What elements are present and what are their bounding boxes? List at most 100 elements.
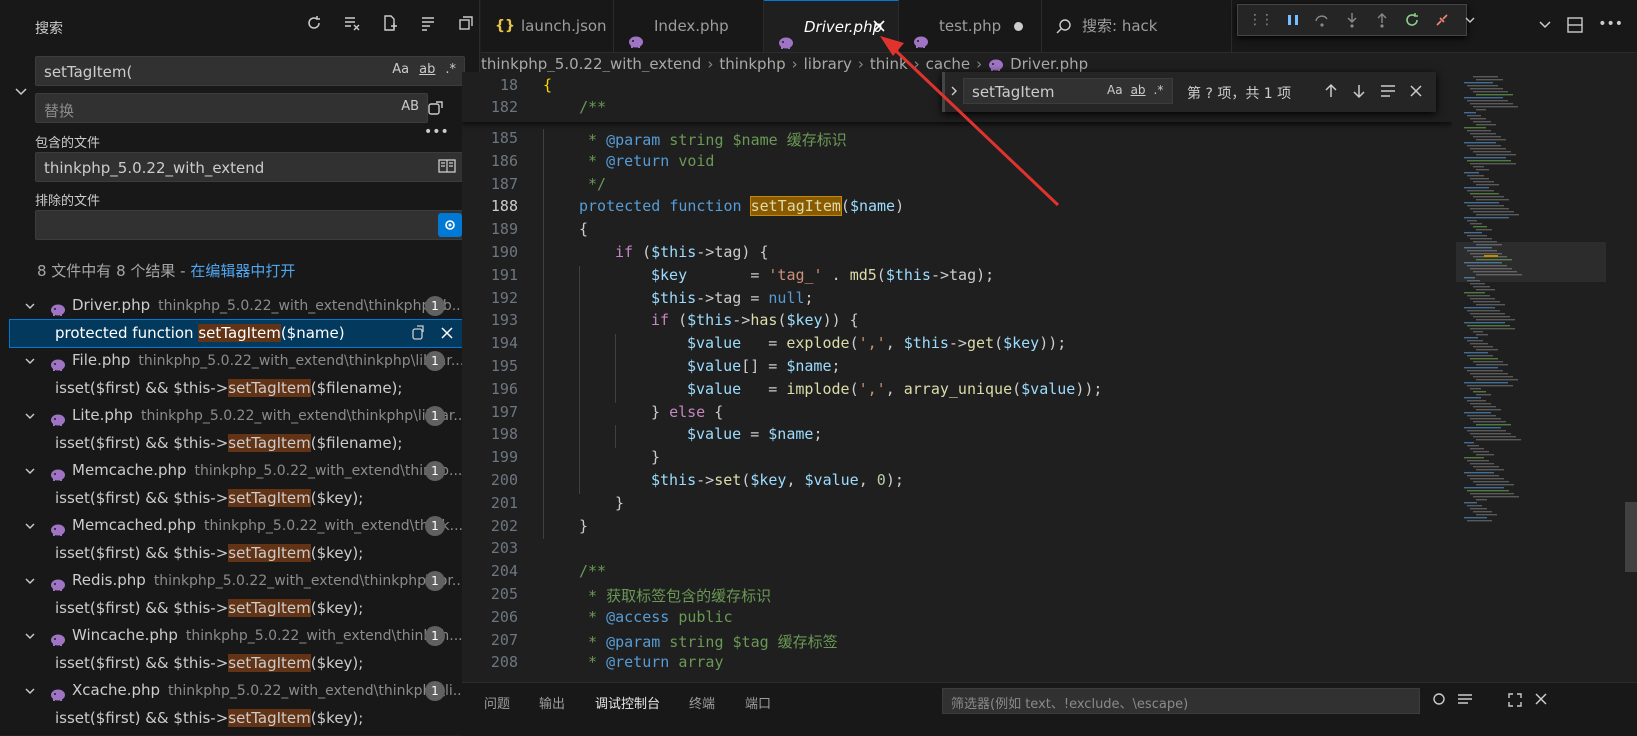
match-case-toggle[interactable]: Aa: [1107, 83, 1123, 97]
split-editor-icon[interactable]: [1566, 16, 1584, 34]
disconnect-icon[interactable]: [1434, 12, 1450, 28]
console-filter-input[interactable]: 筛选器(例如 text、!exclude、\escape): [942, 688, 1420, 714]
whole-word-toggle[interactable]: ab: [419, 62, 435, 77]
result-match-row[interactable]: isset($first) && $this->setTagItem($file…: [10, 430, 480, 458]
result-file-row[interactable]: Wincache.php thinkphp_5.0.22_with_extend\…: [10, 622, 480, 650]
chevron-down-icon[interactable]: [24, 630, 36, 642]
result-match-row[interactable]: protected function setTagItem($name): [9, 318, 481, 348]
chevron-down-icon[interactable]: [24, 685, 36, 697]
result-file-row[interactable]: Memcache.php thinkphp_5.0.22_with_extend\…: [10, 457, 480, 485]
clear-console-icon[interactable]: [1456, 692, 1474, 708]
restart-icon[interactable]: [1404, 12, 1420, 28]
chevron-down-icon[interactable]: [24, 355, 36, 367]
search-icon[interactable]: [1432, 692, 1448, 708]
indent-guide: [543, 129, 544, 540]
panel-tab-ports[interactable]: 端口: [745, 693, 771, 712]
new-search-editor-icon[interactable]: [381, 14, 399, 32]
chevron-down-icon[interactable]: [24, 520, 36, 532]
regex-toggle[interactable]: .*: [1154, 83, 1164, 97]
regex-toggle[interactable]: .*: [445, 62, 456, 77]
result-match-row[interactable]: isset($first) && $this->setTagItem($key)…: [10, 540, 480, 568]
clear-results-icon[interactable]: [343, 14, 361, 32]
result-match-row[interactable]: isset($first) && $this->setTagItem($key)…: [10, 650, 480, 678]
result-file-row[interactable]: Xcache.php thinkphp_5.0.22_with_extend\th…: [10, 677, 480, 705]
result-match-row[interactable]: isset($first) && $this->setTagItem($file…: [10, 375, 480, 403]
drag-handle-icon[interactable]: ⋮⋮: [1248, 12, 1274, 28]
search-open-editors-icon[interactable]: [438, 158, 456, 174]
maximize-panel-icon[interactable]: [1507, 692, 1523, 708]
step-over-icon[interactable]: [1314, 12, 1330, 28]
match-highlight: setTagItem: [228, 433, 311, 452]
include-files-input[interactable]: thinkphp_5.0.22_with_extend: [35, 152, 465, 182]
code-line: $value[] = $name;: [687, 357, 841, 375]
more-actions-icon[interactable]: •••: [1598, 16, 1623, 34]
replace-icon[interactable]: [410, 324, 426, 341]
code-line: if ($this->tag) {: [615, 243, 769, 261]
previous-match-icon[interactable]: [1323, 83, 1339, 99]
exclude-files-input[interactable]: [35, 210, 465, 240]
result-file-row[interactable]: Memcached.php thinkphp_5.0.22_with_extend…: [10, 512, 480, 540]
code-editor[interactable]: 18 { 182 /** 185 * @param string $name 缓…: [462, 72, 1452, 682]
refresh-icon[interactable]: [305, 14, 323, 32]
match-case-toggle[interactable]: Aa: [392, 62, 409, 77]
result-file-row[interactable]: Driver.php thinkphp_5.0.22_with_extend\th…: [10, 292, 480, 320]
result-match-row[interactable]: isset($first) && $this->setTagItem($key)…: [10, 705, 480, 733]
close-icon[interactable]: [1534, 692, 1548, 706]
chevron-down-icon[interactable]: [1464, 14, 1476, 26]
tab-search-hack[interactable]: 搜索: hack: [1042, 0, 1232, 52]
tab-label: 搜索: hack: [1082, 17, 1158, 35]
close-icon[interactable]: [1409, 83, 1423, 99]
result-match-row[interactable]: isset($first) && $this->setTagItem($key)…: [10, 485, 480, 513]
panel-tab-problems[interactable]: 问题: [484, 693, 510, 712]
tab-launch-json[interactable]: {} launch.json: [481, 0, 614, 52]
result-file-row[interactable]: Redis.php thinkphp_5.0.22_with_extend\thi…: [10, 567, 480, 595]
chevron-down-icon[interactable]: [24, 300, 36, 312]
search-results-list: Driver.php thinkphp_5.0.22_with_extend\th…: [9, 292, 481, 733]
vertical-scrollbar[interactable]: [1625, 72, 1637, 682]
close-tab-icon[interactable]: [872, 19, 886, 33]
tab-test-php[interactable]: test.php: [899, 0, 1042, 52]
tab-driver-php[interactable]: Driver.php: [764, 0, 899, 52]
result-file-path: thinkphp_5.0.22_with_extend\thinkphp\lib…: [140, 408, 467, 424]
chevron-down-icon[interactable]: [24, 575, 36, 587]
code-line: {: [543, 76, 553, 94]
minimap[interactable]: [1454, 72, 1624, 682]
whole-word-toggle[interactable]: ab: [1131, 83, 1146, 97]
search-input[interactable]: setTagItem( Aa ab .*: [35, 56, 465, 86]
line-number: 187: [490, 174, 518, 193]
result-count-badge: 1: [425, 296, 445, 316]
chevron-down-icon[interactable]: [1538, 16, 1552, 34]
view-as-tree-icon[interactable]: [419, 14, 437, 32]
chevron-right-icon[interactable]: [948, 85, 960, 97]
result-count-badge: 1: [425, 516, 445, 536]
dismiss-icon[interactable]: [440, 325, 454, 341]
include-files-value: thinkphp_5.0.22_with_extend: [44, 159, 265, 177]
result-file-row[interactable]: Lite.php thinkphp_5.0.22_with_extend\thin…: [10, 402, 480, 430]
replace-input[interactable]: 替换 AB: [35, 93, 428, 123]
replace-all-icon[interactable]: [427, 99, 445, 117]
preserve-case-toggle[interactable]: AB: [401, 99, 419, 114]
next-match-icon[interactable]: [1351, 83, 1367, 99]
line-number: 186: [490, 151, 518, 170]
result-file-row[interactable]: File.php thinkphp_5.0.22_with_extend\thin…: [10, 347, 480, 375]
collapse-all-icon[interactable]: [457, 14, 475, 32]
use-exclude-settings-icon[interactable]: [438, 213, 462, 237]
open-in-editor-link[interactable]: 在编辑器中打开: [190, 262, 295, 280]
scrollbar-thumb[interactable]: [1625, 502, 1637, 572]
tab-index-php[interactable]: Index.php: [614, 0, 764, 52]
results-summary: 8 文件中有 8 个结果 - 在编辑器中打开: [37, 260, 295, 281]
panel-tab-terminal[interactable]: 终端: [689, 693, 715, 712]
result-count-badge: 1: [425, 571, 445, 591]
find-in-selection-icon[interactable]: [1379, 83, 1397, 99]
pause-icon[interactable]: [1286, 13, 1300, 27]
step-into-icon[interactable]: [1344, 12, 1360, 28]
toggle-replace-chevron-icon[interactable]: [14, 85, 28, 99]
result-match-row[interactable]: isset($first) && $this->setTagItem($key)…: [10, 595, 480, 623]
panel-tab-output[interactable]: 输出: [539, 693, 565, 712]
panel-tab-debug-console[interactable]: 调试控制台: [595, 693, 660, 712]
code-line: * 获取标签包含的缓存标识: [579, 587, 772, 605]
chevron-down-icon[interactable]: [24, 465, 36, 477]
more-options-icon[interactable]: •••: [424, 124, 449, 140]
chevron-down-icon[interactable]: [24, 410, 36, 422]
step-out-icon[interactable]: [1374, 12, 1390, 28]
